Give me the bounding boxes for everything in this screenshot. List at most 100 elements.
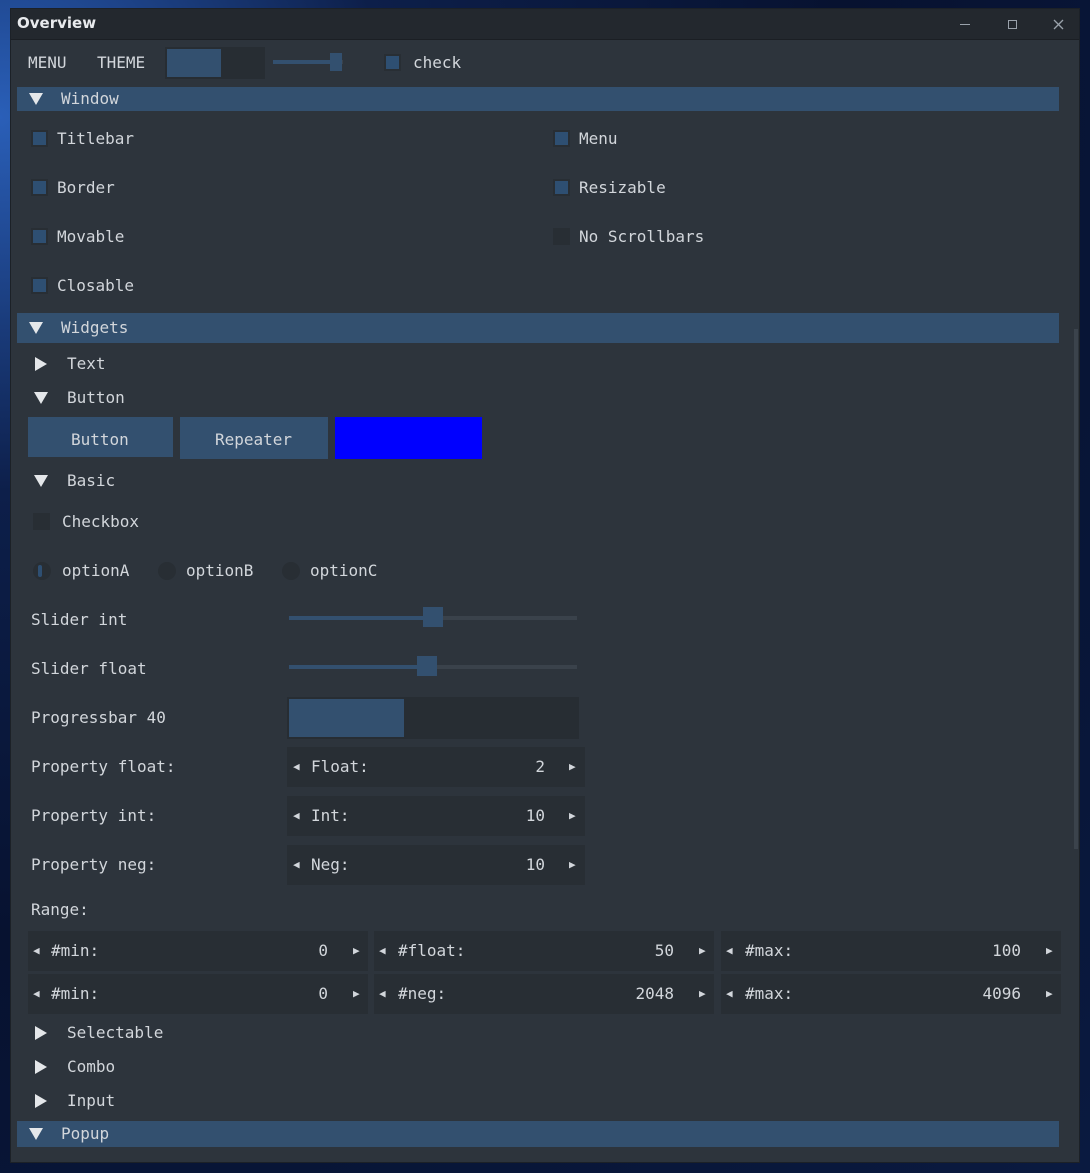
no-scrollbars-checkbox[interactable]	[553, 228, 570, 245]
expand-icon	[35, 1026, 47, 1040]
slider-float-label: Slider float	[31, 659, 147, 678]
resizable-label: Resizable	[579, 178, 666, 197]
menu-label: Menu	[579, 129, 618, 148]
property-float-value[interactable]: 2	[487, 757, 545, 777]
property-int-value[interactable]: 10	[487, 806, 545, 826]
collapse-icon	[34, 392, 48, 404]
movable-label: Movable	[57, 227, 125, 246]
section-popup-label: Popup	[61, 1124, 110, 1143]
increment-icon[interactable]: ▶	[353, 941, 360, 961]
range-min-1[interactable]: ◀ #min: 0 ▶	[28, 931, 368, 971]
menubar-check-label: check	[413, 53, 462, 72]
range-neg-value[interactable]: 2048	[614, 984, 674, 1004]
titlebar-checkbox[interactable]	[31, 130, 48, 147]
menu-checkbox[interactable]	[553, 130, 570, 147]
button-button-label: Button	[71, 430, 129, 449]
progressbar[interactable]	[287, 697, 579, 739]
menu-menu[interactable]: MENU	[28, 53, 67, 73]
range-float[interactable]: ◀ #float: 50 ▶	[374, 931, 714, 971]
increment-icon[interactable]: ▶	[569, 806, 576, 826]
checkbox-box[interactable]	[33, 513, 50, 530]
increment-icon[interactable]: ▶	[699, 941, 706, 961]
no-scrollbars-label: No Scrollbars	[579, 227, 705, 246]
menubar-check-box[interactable]	[384, 54, 401, 71]
property-float-name: Float:	[311, 757, 369, 776]
menu-theme[interactable]: THEME	[97, 53, 145, 73]
closable-checkbox[interactable]	[31, 277, 48, 294]
decrement-icon[interactable]: ◀	[293, 806, 300, 826]
collapse-icon	[34, 475, 48, 487]
minimize-button[interactable]	[953, 13, 977, 35]
increment-icon[interactable]: ▶	[1046, 941, 1053, 961]
movable-checkbox[interactable]	[31, 228, 48, 245]
slider-int-handle[interactable]	[423, 607, 443, 627]
property-float[interactable]: ◀ Float: 2 ▶	[287, 747, 585, 787]
decrement-icon[interactable]: ◀	[726, 984, 733, 1004]
window-title: Overview	[17, 14, 97, 32]
option-b-radio[interactable]	[158, 562, 176, 580]
tree-selectable[interactable]: Selectable	[67, 1023, 163, 1043]
range-float-value[interactable]: 50	[614, 941, 674, 961]
property-neg[interactable]: ◀ Neg: 10 ▶	[287, 845, 585, 885]
increment-icon[interactable]: ▶	[569, 757, 576, 777]
range-label: Range:	[31, 900, 89, 919]
range-min-2-value[interactable]: 0	[268, 984, 328, 1004]
tree-input[interactable]: Input	[67, 1091, 115, 1111]
option-c-radio[interactable]	[282, 562, 300, 580]
decrement-icon[interactable]: ◀	[293, 855, 300, 875]
option-a-radio[interactable]	[33, 562, 51, 580]
maximize-icon	[1007, 19, 1017, 29]
resizable-checkbox[interactable]	[553, 179, 570, 196]
range-min-1-value[interactable]: 0	[268, 941, 328, 961]
property-neg-label: Property neg:	[31, 855, 157, 874]
titlebar-label: Titlebar	[57, 129, 135, 148]
slider-int-fill	[289, 616, 433, 620]
close-button[interactable]	[1046, 13, 1070, 35]
progressbar-fill	[289, 699, 404, 737]
range-max-1-name: #max:	[745, 941, 794, 960]
range-max-2[interactable]: ◀ #max: 4096 ▶	[721, 974, 1061, 1014]
border-label: Border	[57, 178, 115, 197]
range-neg[interactable]: ◀ #neg: 2048 ▶	[374, 974, 714, 1014]
range-max-1[interactable]: ◀ #max: 100 ▶	[721, 931, 1061, 971]
increment-icon[interactable]: ▶	[699, 984, 706, 1004]
decrement-icon[interactable]: ◀	[379, 984, 386, 1004]
tree-button[interactable]: Button	[67, 388, 125, 408]
title-bar[interactable]: Overview	[11, 9, 1079, 40]
menubar-slider-fill	[273, 60, 336, 64]
range-max-1-value[interactable]: 100	[961, 941, 1021, 961]
border-checkbox[interactable]	[31, 179, 48, 196]
slider-float-handle[interactable]	[417, 656, 437, 676]
tree-basic[interactable]: Basic	[67, 471, 115, 491]
section-widgets-label: Widgets	[61, 318, 129, 337]
scrollbar[interactable]	[1074, 329, 1078, 849]
menubar-slider-handle[interactable]	[330, 53, 342, 71]
increment-icon[interactable]: ▶	[353, 984, 360, 1004]
section-window-header[interactable]: Window	[17, 87, 1059, 111]
decrement-icon[interactable]: ◀	[293, 757, 300, 777]
decrement-icon[interactable]: ◀	[726, 941, 733, 961]
range-min-2[interactable]: ◀ #min: 0 ▶	[28, 974, 368, 1014]
section-popup-header[interactable]: Popup	[17, 1121, 1059, 1147]
property-int[interactable]: ◀ Int: 10 ▶	[287, 796, 585, 836]
range-max-2-name: #max:	[745, 984, 794, 1003]
decrement-icon[interactable]: ◀	[379, 941, 386, 961]
decrement-icon[interactable]: ◀	[33, 984, 40, 1004]
tree-combo[interactable]: Combo	[67, 1057, 115, 1077]
increment-icon[interactable]: ▶	[1046, 984, 1053, 1004]
tree-text[interactable]: Text	[67, 354, 106, 374]
property-neg-value[interactable]: 10	[487, 855, 545, 875]
button-button[interactable]: Button	[28, 417, 173, 457]
expand-icon	[35, 357, 47, 371]
closable-label: Closable	[57, 276, 135, 295]
decrement-icon[interactable]: ◀	[33, 941, 40, 961]
overview-window: Overview MENU THEME check Window Titleba…	[10, 8, 1080, 1163]
increment-icon[interactable]: ▶	[569, 855, 576, 875]
option-c-label: optionC	[310, 561, 378, 580]
repeater-button[interactable]: Repeater	[180, 417, 328, 459]
maximize-button[interactable]	[1000, 13, 1024, 35]
range-max-2-value[interactable]: 4096	[961, 984, 1021, 1004]
range-float-name: #float:	[398, 941, 466, 960]
section-widgets-header[interactable]: Widgets	[17, 313, 1059, 343]
color-button[interactable]	[335, 417, 482, 459]
